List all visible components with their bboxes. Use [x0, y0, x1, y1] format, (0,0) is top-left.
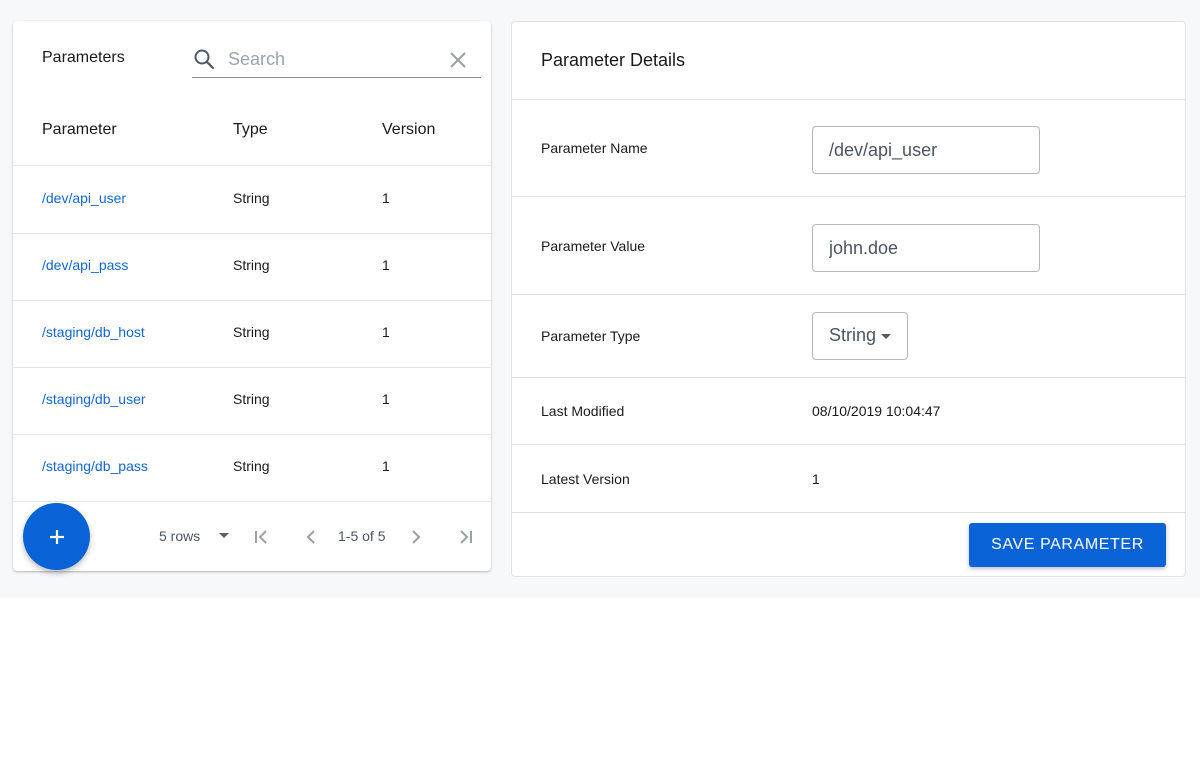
table-row[interactable]: /staging/db_pass String 1: [13, 434, 491, 502]
parameter-type: String: [233, 324, 270, 340]
parameters-title: Parameters: [42, 49, 125, 66]
save-parameter-button[interactable]: SAVE PARAMETER: [969, 523, 1166, 567]
chevron-down-icon[interactable]: [219, 533, 229, 538]
chevron-down-icon: [881, 334, 891, 339]
parameter-version: 1: [382, 324, 390, 340]
parameter-type-value: String: [829, 325, 877, 345]
parameter-value-field[interactable]: [812, 224, 1040, 272]
parameter-link[interactable]: /dev/api_user: [42, 190, 126, 206]
parameter-version: 1: [382, 257, 390, 273]
parameter-version: 1: [382, 458, 390, 474]
add-parameter-button[interactable]: [23, 503, 90, 570]
column-header-type[interactable]: Type: [233, 121, 268, 139]
parameter-type: String: [233, 458, 270, 474]
prev-page-icon[interactable]: [303, 528, 321, 546]
add-icon: [49, 529, 64, 544]
last-modified-label: Last Modified: [541, 403, 625, 419]
parameter-type: String: [233, 391, 270, 407]
parameter-value-label: Parameter Value: [541, 238, 646, 254]
divider: [512, 196, 1185, 197]
column-header-parameter[interactable]: Parameter: [42, 121, 117, 139]
parameter-type-label: Parameter Type: [541, 328, 641, 344]
parameter-type-select[interactable]: String: [812, 312, 908, 360]
divider: [512, 377, 1185, 378]
parameter-type: String: [233, 190, 270, 206]
next-page-icon[interactable]: [406, 528, 424, 546]
search-icon: [194, 49, 215, 70]
latest-version-value: 1: [812, 471, 820, 487]
table-row[interactable]: /staging/db_host String 1: [13, 300, 491, 368]
parameter-version: 1: [382, 391, 390, 407]
table-header: Parameter Type Version: [13, 99, 491, 166]
parameters-card: Parameters Parameter Type Version /dev/a…: [13, 21, 491, 571]
parameter-link[interactable]: /dev/api_pass: [42, 257, 128, 273]
parameter-link[interactable]: /staging/db_host: [42, 324, 145, 340]
divider: [512, 512, 1185, 513]
first-page-icon[interactable]: [253, 528, 271, 546]
parameter-details-card: Parameter Details Parameter Name Paramet…: [511, 21, 1186, 577]
close-icon[interactable]: [449, 51, 467, 69]
rows-per-page-select[interactable]: 5 rows: [159, 528, 200, 544]
latest-version-label: Latest Version: [541, 471, 630, 487]
search-bar: [192, 43, 481, 78]
last-modified-value: 08/10/2019 10:04:47: [812, 403, 941, 419]
parameter-name-label: Parameter Name: [541, 140, 648, 156]
divider: [512, 444, 1185, 445]
parameter-link[interactable]: /staging/db_pass: [42, 458, 148, 474]
divider: [512, 99, 1185, 100]
parameter-type: String: [233, 257, 270, 273]
parameter-version: 1: [382, 190, 390, 206]
pagination-range: 1-5 of 5: [338, 528, 386, 544]
divider: [512, 294, 1185, 295]
last-page-icon[interactable]: [456, 528, 474, 546]
table-row[interactable]: /staging/db_user String 1: [13, 367, 491, 435]
table-row[interactable]: /dev/api_user String 1: [13, 166, 491, 234]
table-pagination: 5 rows 1-5 of 5: [13, 503, 491, 571]
details-title: Parameter Details: [541, 50, 686, 70]
parameter-name-field[interactable]: [812, 126, 1040, 174]
column-header-version[interactable]: Version: [382, 121, 435, 139]
search-input[interactable]: [228, 45, 438, 73]
parameter-link[interactable]: /staging/db_user: [42, 391, 146, 407]
table-row[interactable]: /dev/api_pass String 1: [13, 233, 491, 301]
